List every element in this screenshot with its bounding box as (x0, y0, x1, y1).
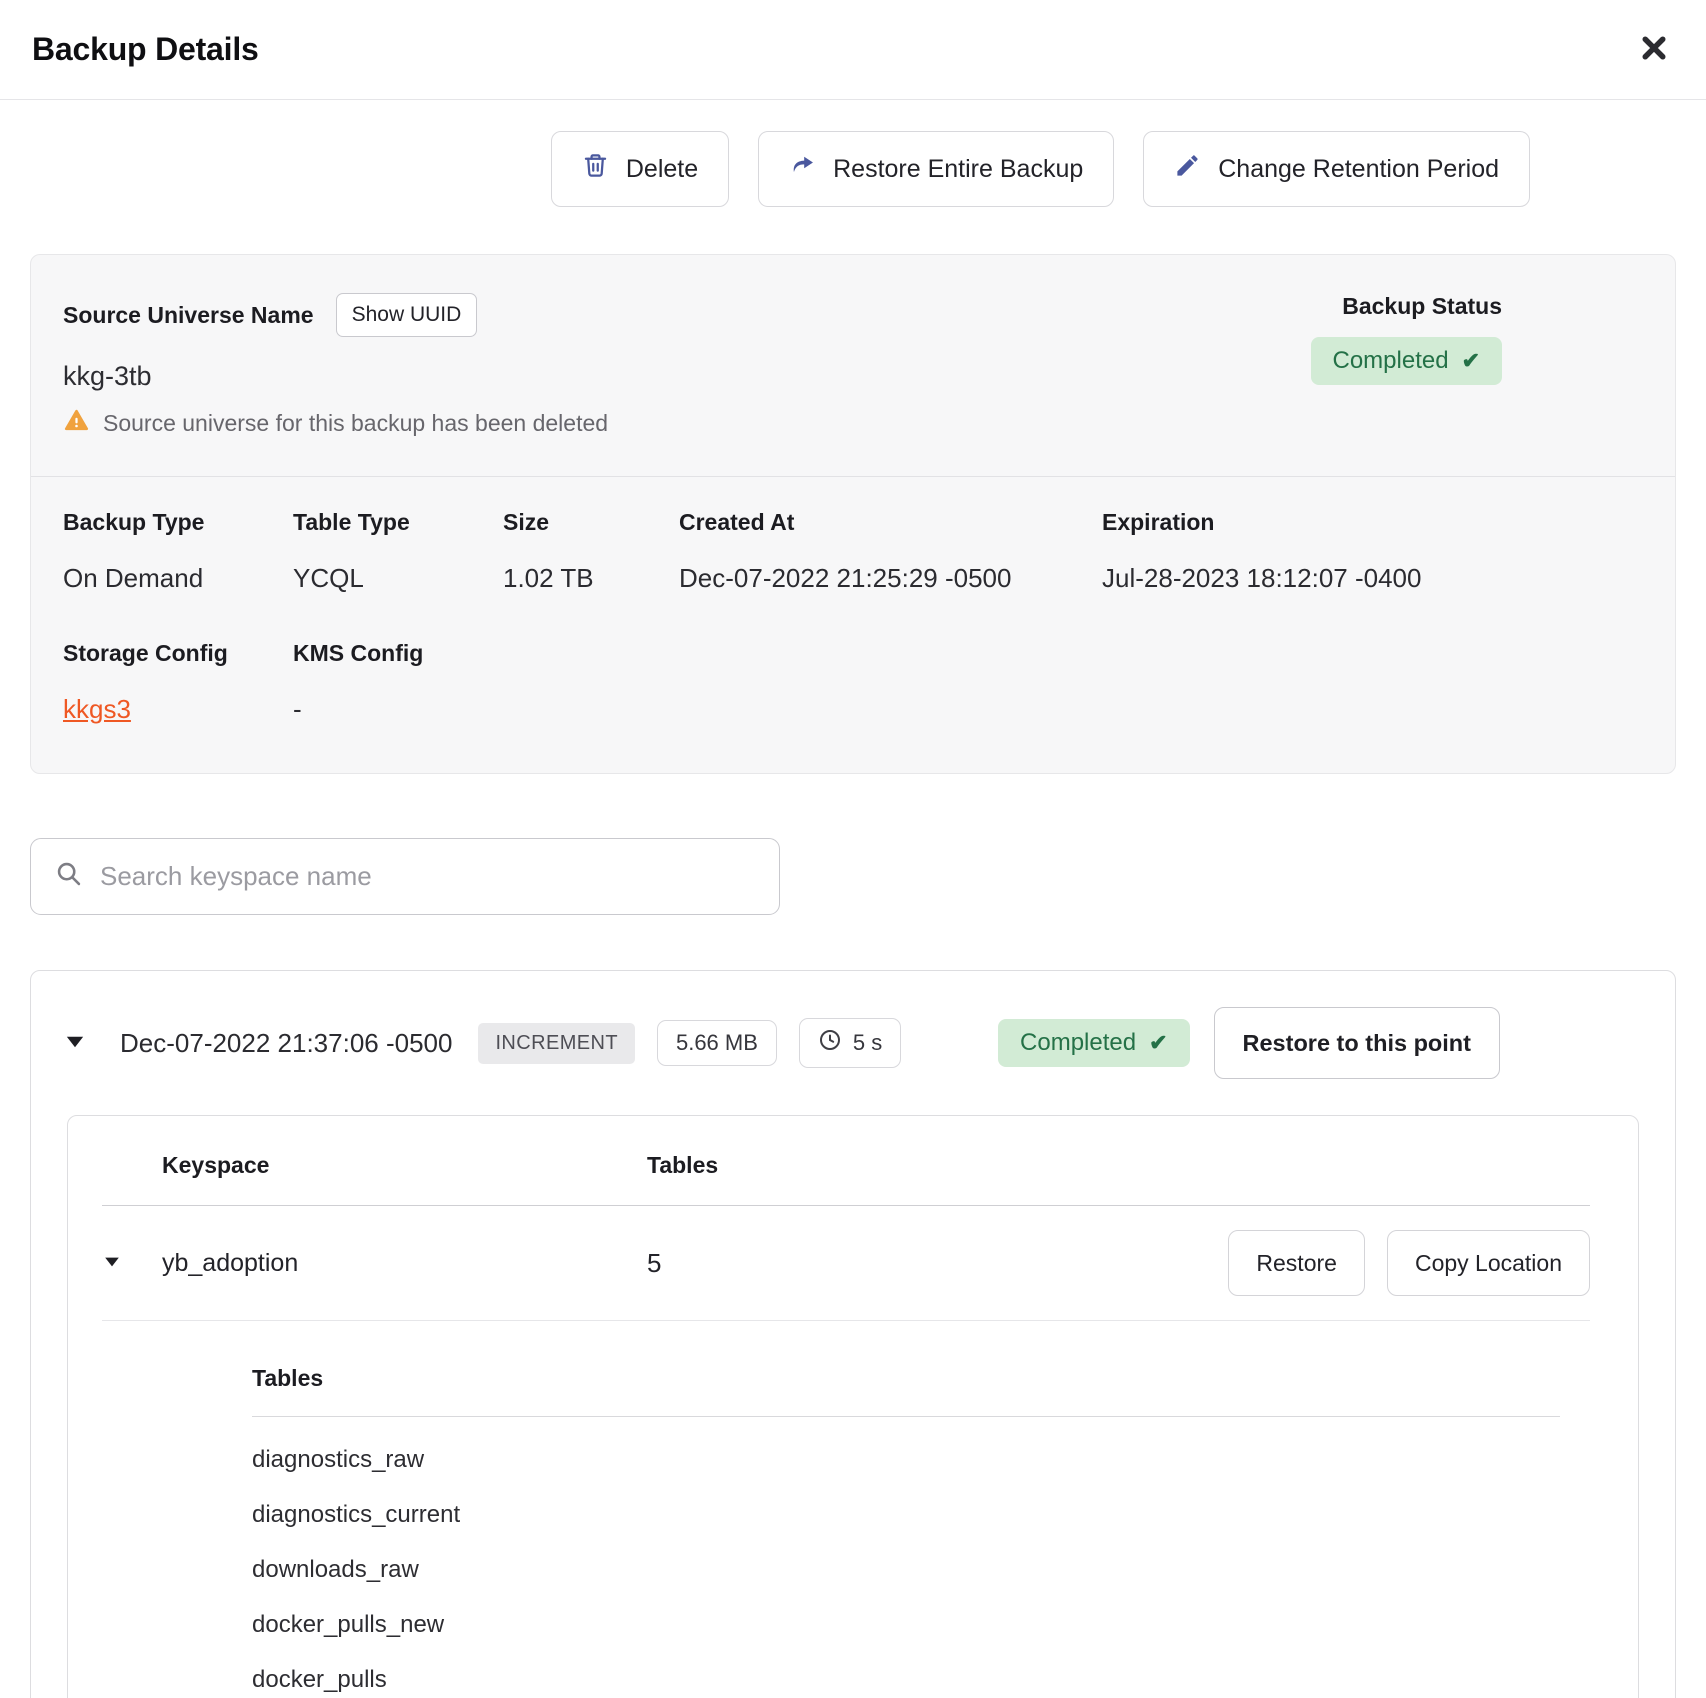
backup-status-text: Completed (1333, 347, 1449, 375)
backup-summary-panel: Source Universe Name Show UUID kkg-3tb S… (30, 254, 1676, 774)
keyspace-name: yb_adoption (162, 1249, 647, 1278)
expiration-field: Expiration Jul-28-2023 18:12:07 -0400 (1102, 509, 1421, 594)
increment-duration-text: 5 s (853, 1030, 882, 1056)
tables-column-header: Tables (647, 1152, 718, 1179)
table-type-value: YCQL (293, 563, 503, 594)
storage-config-label: Storage Config (63, 640, 293, 667)
source-universe-label: Source Universe Name (63, 302, 314, 329)
size-field: Size 1.02 TB (503, 509, 679, 594)
clock-icon (818, 1028, 842, 1058)
backup-type-value: On Demand (63, 563, 293, 594)
modal-body: Delete Restore Entire Backup Change Rete… (0, 131, 1706, 1698)
warning-triangle-icon (63, 407, 90, 440)
keyspace-row: yb_adoption 5 Restore Copy Location (102, 1206, 1590, 1320)
keyspace-copy-location-button[interactable]: Copy Location (1387, 1230, 1590, 1296)
keyspace-row-divider (102, 1320, 1590, 1321)
show-uuid-button[interactable]: Show UUID (336, 293, 478, 337)
increment-backup-card: Dec-07-2022 21:37:06 -0500 INCREMENT 5.6… (30, 970, 1676, 1698)
table-list-item: diagnostics_current (252, 1503, 1560, 1527)
summary-details-section: Backup Type On Demand Table Type YCQL Si… (31, 477, 1675, 773)
summary-top-section: Source Universe Name Show UUID kkg-3tb S… (31, 255, 1675, 476)
modal-header: Backup Details (0, 0, 1706, 100)
keyspace-collapse-toggle[interactable] (102, 1252, 122, 1275)
storage-config-field: Storage Config kkgs3 (63, 640, 293, 725)
increment-status-text: Completed (1020, 1029, 1136, 1057)
warning-text: Source universe for this backup has been… (103, 410, 608, 437)
close-button[interactable] (1632, 28, 1676, 72)
restore-arrow-icon (789, 152, 816, 186)
restore-entire-backup-button[interactable]: Restore Entire Backup (758, 131, 1114, 207)
change-retention-period-button[interactable]: Change Retention Period (1143, 131, 1530, 207)
backup-type-label: Backup Type (63, 509, 293, 536)
created-at-label: Created At (679, 509, 1102, 536)
page-title: Backup Details (32, 31, 259, 68)
expiration-value: Jul-28-2023 18:12:07 -0400 (1102, 563, 1421, 594)
check-icon: ✔ (1462, 348, 1480, 374)
storage-config-link[interactable]: kkgs3 (63, 694, 131, 724)
close-icon (1639, 33, 1669, 66)
restore-entire-backup-label: Restore Entire Backup (833, 155, 1083, 184)
search-icon (55, 860, 83, 893)
change-retention-period-label: Change Retention Period (1218, 155, 1499, 184)
table-type-field: Table Type YCQL (293, 509, 503, 594)
backup-status-block: Backup Status Completed ✔ (1311, 293, 1503, 385)
source-universe-name: kkg-3tb (63, 361, 608, 392)
increment-size-chip: 5.66 MB (657, 1020, 777, 1066)
kms-config-field: KMS Config - (293, 640, 503, 725)
keyspace-column-header: Keyspace (162, 1152, 647, 1179)
backup-status-label: Backup Status (1342, 293, 1502, 320)
tables-section-divider (252, 1416, 1560, 1417)
kms-config-value: - (293, 694, 503, 725)
expiration-label: Expiration (1102, 509, 1421, 536)
universe-deleted-warning: Source universe for this backup has been… (63, 407, 608, 440)
increment-header-row: Dec-07-2022 21:37:06 -0500 INCREMENT 5.6… (31, 971, 1675, 1109)
delete-button-label: Delete (626, 155, 698, 184)
check-icon: ✔ (1149, 1030, 1167, 1056)
increment-timestamp: Dec-07-2022 21:37:06 -0500 (120, 1028, 452, 1059)
keyspace-table-header: Keyspace Tables (102, 1152, 1590, 1179)
keyspace-table-count: 5 (647, 1248, 1228, 1279)
trash-icon (582, 152, 609, 186)
created-at-field: Created At Dec-07-2022 21:25:29 -0500 (679, 509, 1102, 594)
created-at-value: Dec-07-2022 21:25:29 -0500 (679, 563, 1102, 594)
table-list-item: docker_pulls_new (252, 1613, 1560, 1637)
keyspace-table-card: Keyspace Tables yb_adoption 5 Restore Co… (67, 1115, 1639, 1698)
delete-button[interactable]: Delete (551, 131, 729, 207)
caret-down-icon (102, 1252, 122, 1275)
backup-type-field: Backup Type On Demand (63, 509, 293, 594)
pencil-icon (1174, 152, 1201, 186)
keyspace-restore-button[interactable]: Restore (1228, 1230, 1365, 1296)
table-list-item: docker_pulls (252, 1668, 1560, 1692)
increment-type-badge: INCREMENT (478, 1023, 635, 1064)
keyspace-search-box (30, 838, 780, 915)
tables-section-header: Tables (252, 1365, 1560, 1392)
source-universe-block: Source Universe Name Show UUID kkg-3tb S… (63, 293, 608, 440)
increment-duration-chip: 5 s (799, 1018, 901, 1068)
table-list-item: diagnostics_raw (252, 1448, 1560, 1472)
increment-collapse-toggle[interactable] (63, 1030, 87, 1057)
size-label: Size (503, 509, 679, 536)
caret-down-icon (63, 1030, 87, 1057)
increment-status-badge: Completed ✔ (998, 1019, 1190, 1067)
backup-status-badge: Completed ✔ (1311, 337, 1503, 385)
restore-to-this-point-button[interactable]: Restore to this point (1214, 1007, 1500, 1079)
table-type-label: Table Type (293, 509, 503, 536)
table-list-item: downloads_raw (252, 1558, 1560, 1582)
search-input[interactable] (100, 861, 755, 892)
keyspace-tables-section: Tables diagnostics_raw diagnostics_curre… (252, 1365, 1560, 1692)
size-value: 1.02 TB (503, 563, 679, 594)
kms-config-label: KMS Config (293, 640, 503, 667)
actions-row: Delete Restore Entire Backup Change Rete… (30, 131, 1676, 207)
